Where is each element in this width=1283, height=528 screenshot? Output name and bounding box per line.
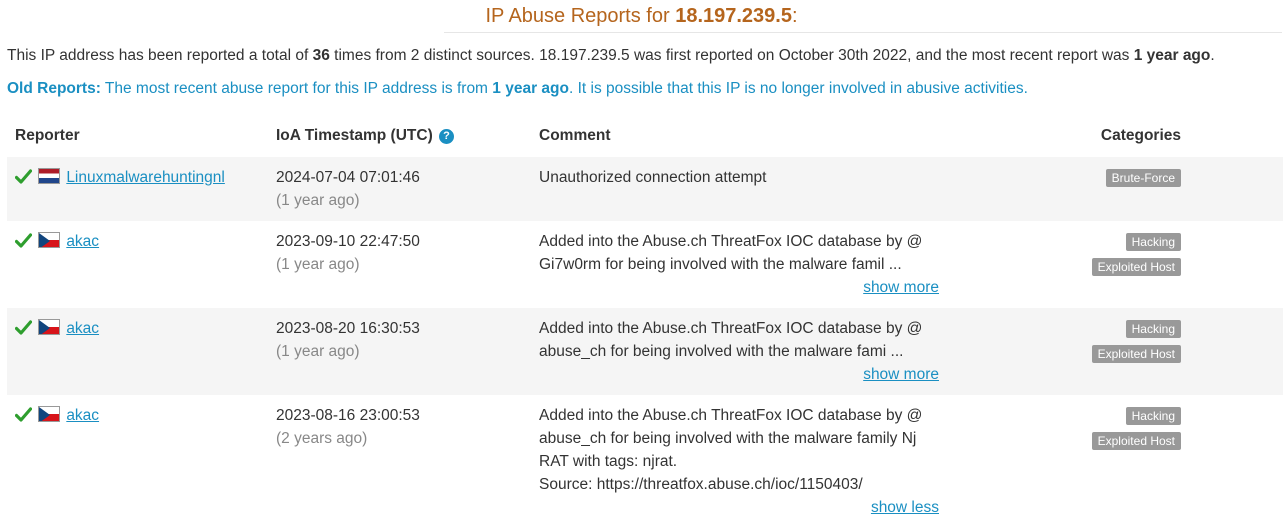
comment-line: Added into the Abuse.ch ThreatFox IOC da… xyxy=(539,407,923,424)
title-suffix: : xyxy=(791,5,798,27)
comment-cell: Added into the Abuse.ch ThreatFox IOC da… xyxy=(531,395,947,528)
header-timestamp: IoA Timestamp (UTC) ? xyxy=(268,114,531,157)
table-row: Linuxmalwarehuntingnl 2024-07-04 07:01:4… xyxy=(7,157,1283,221)
summary-text-2: times from 2 distinct sources. 18.197.23… xyxy=(329,47,1134,64)
timestamp-ago: (2 years ago) xyxy=(276,430,368,447)
title-prefix: IP Abuse Reports for xyxy=(485,5,670,27)
netherlands-flag-icon xyxy=(38,168,61,184)
comment-cell: Unauthorized connection attempt xyxy=(531,157,947,221)
comment-line: RAT with tags: njrat. xyxy=(539,453,678,470)
help-icon[interactable]: ? xyxy=(439,128,455,144)
page-title: IP Abuse Reports for 18.197.239.5: xyxy=(0,0,1283,32)
categories-cell: Hacking Exploited Host xyxy=(947,221,1283,308)
old-reports-recent: 1 year ago xyxy=(492,80,569,97)
comment-line: abuse_ch for being involved with the mal… xyxy=(539,343,904,360)
timestamp: 2024-07-04 07:01:46 xyxy=(276,169,420,186)
report-count: 36 xyxy=(312,47,330,64)
old-reports-notice: Old Reports: The most recent abuse repor… xyxy=(7,79,1283,99)
timestamp: 2023-09-10 22:47:50 xyxy=(276,233,420,250)
title-divider xyxy=(444,32,1282,33)
comment-line: Added into the Abuse.ch ThreatFox IOC da… xyxy=(539,233,923,250)
timestamp-ago: (1 year ago) xyxy=(276,256,360,273)
comment-cell: Added into the Abuse.ch ThreatFox IOC da… xyxy=(531,221,947,308)
timestamp-cell: 2023-08-20 16:30:53 (1 year ago) xyxy=(268,308,531,395)
show-more-link[interactable]: show more xyxy=(539,363,939,386)
timestamp: 2023-08-16 23:00:53 xyxy=(276,407,420,424)
reporter-link[interactable]: Linuxmalwarehuntingnl xyxy=(66,169,225,186)
timestamp-cell: 2024-07-04 07:01:46 (1 year ago) xyxy=(268,157,531,221)
table-header-row: Reporter IoA Timestamp (UTC) ? Comment C… xyxy=(7,114,1283,157)
title-ip: 18.197.239.5 xyxy=(675,5,792,27)
categories-cell: Hacking Exploited Host xyxy=(947,308,1283,395)
timestamp-ago: (1 year ago) xyxy=(276,343,360,360)
comment-line: Gi7w0rm for being involved with the malw… xyxy=(539,256,902,273)
comment-text: Unauthorized connection attempt xyxy=(539,169,767,186)
summary-text-1: This IP address has been reported a tota… xyxy=(7,47,313,64)
reports-table: Reporter IoA Timestamp (UTC) ? Comment C… xyxy=(7,114,1283,528)
category-badge[interactable]: Exploited Host xyxy=(1091,432,1181,450)
czech-flag-icon xyxy=(38,319,61,335)
show-less-link[interactable]: show less xyxy=(539,496,939,519)
header-reporter: Reporter xyxy=(15,126,80,144)
checkmark-icon xyxy=(15,169,32,184)
reporter-cell: akac xyxy=(7,395,268,528)
header-categories: Categories xyxy=(1100,126,1181,144)
header-timestamp-label: IoA Timestamp (UTC) xyxy=(276,126,433,144)
table-row: akac 2023-09-10 22:47:50 (1 year ago) Ad… xyxy=(7,221,1283,308)
summary-text-3: . xyxy=(1210,47,1215,64)
reporter-cell: akac xyxy=(7,221,268,308)
table-row: akac 2023-08-16 23:00:53 (2 years ago) A… xyxy=(7,395,1283,528)
category-badge[interactable]: Hacking xyxy=(1125,407,1181,425)
category-badge[interactable]: Hacking xyxy=(1125,320,1181,338)
czech-flag-icon xyxy=(38,406,61,422)
report-summary: This IP address has been reported a tota… xyxy=(7,46,1283,66)
categories-cell: Brute-Force xyxy=(947,157,1283,221)
timestamp: 2023-08-20 16:30:53 xyxy=(276,320,420,337)
checkmark-icon xyxy=(15,320,32,335)
comment-line: Added into the Abuse.ch ThreatFox IOC da… xyxy=(539,320,923,337)
reporter-link[interactable]: akac xyxy=(66,233,99,250)
categories-cell: Hacking Exploited Host xyxy=(947,395,1283,528)
category-badge[interactable]: Exploited Host xyxy=(1091,345,1181,363)
comment-line: abuse_ch for being involved with the mal… xyxy=(539,430,917,447)
timestamp-ago: (1 year ago) xyxy=(276,192,360,209)
category-badge[interactable]: Exploited Host xyxy=(1091,258,1181,276)
comment-cell: Added into the Abuse.ch ThreatFox IOC da… xyxy=(531,308,947,395)
czech-flag-icon xyxy=(38,232,61,248)
old-reports-text-2: . It is possible that this IP is no long… xyxy=(568,80,1028,97)
reporter-cell: akac xyxy=(7,308,268,395)
timestamp-cell: 2023-09-10 22:47:50 (1 year ago) xyxy=(268,221,531,308)
old-reports-text-1: The most recent abuse report for this IP… xyxy=(100,80,493,97)
reporter-link[interactable]: akac xyxy=(66,407,99,424)
checkmark-icon xyxy=(15,407,32,422)
header-comment: Comment xyxy=(539,126,611,144)
show-more-link[interactable]: show more xyxy=(539,276,939,299)
most-recent-report: 1 year ago xyxy=(1133,47,1211,64)
old-reports-label: Old Reports: xyxy=(7,80,101,97)
checkmark-icon xyxy=(15,233,32,248)
timestamp-cell: 2023-08-16 23:00:53 (2 years ago) xyxy=(268,395,531,528)
comment-line: Source: https://threatfox.abuse.ch/ioc/1… xyxy=(539,476,863,493)
reporter-link[interactable]: akac xyxy=(66,320,99,337)
table-row: akac 2023-08-20 16:30:53 (1 year ago) Ad… xyxy=(7,308,1283,395)
reporter-cell: Linuxmalwarehuntingnl xyxy=(7,157,268,221)
category-badge[interactable]: Brute-Force xyxy=(1105,169,1181,187)
category-badge[interactable]: Hacking xyxy=(1125,233,1181,251)
